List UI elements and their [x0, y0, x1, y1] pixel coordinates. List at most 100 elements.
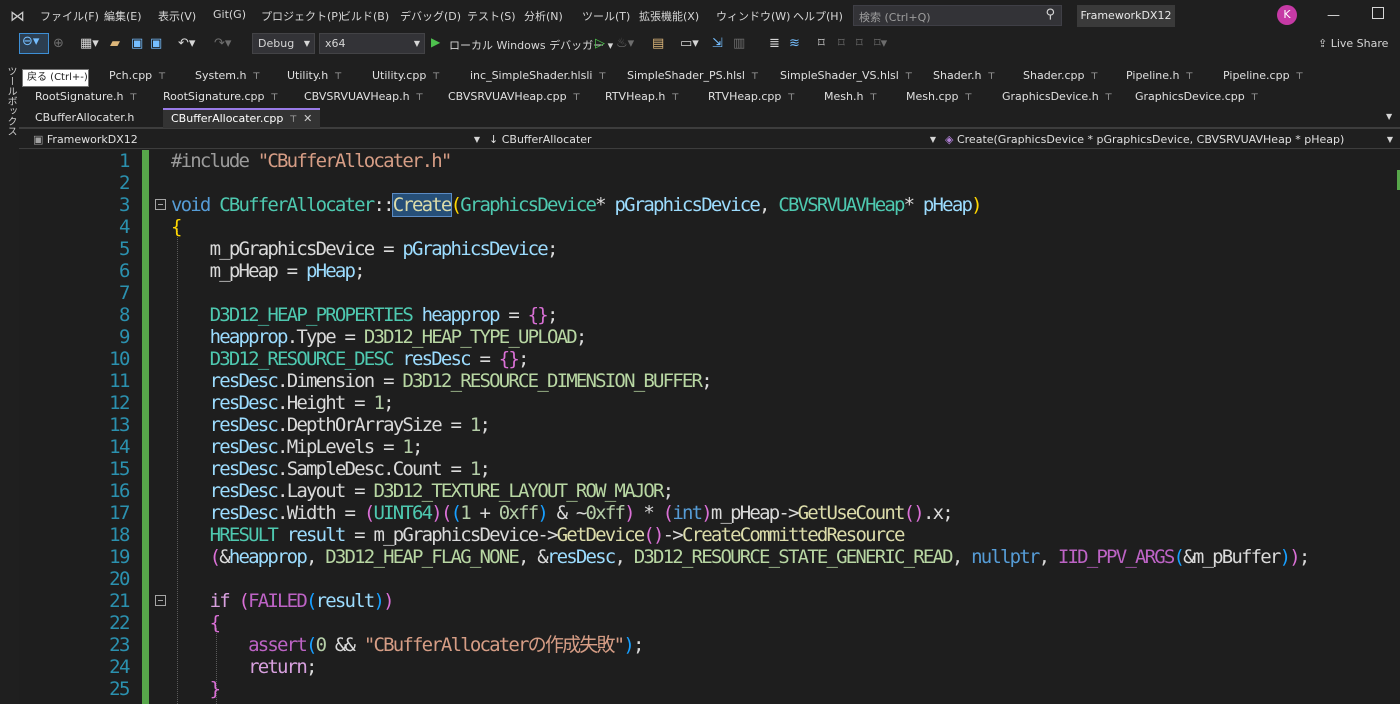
pin-icon[interactable]: ⊤ — [416, 93, 424, 103]
pin-icon[interactable]: ⊤ — [671, 93, 679, 103]
pin-icon[interactable]: ⊤ — [787, 93, 795, 103]
pin-icon[interactable]: ⊤ — [334, 72, 342, 82]
pin-icon[interactable]: ⊤ — [869, 93, 877, 103]
pin-icon[interactable]: ⊤ — [987, 72, 995, 82]
restore-icon[interactable] — [1372, 7, 1384, 19]
tab-graphicsdevice-h[interactable]: GraphicsDevice.h ⊤ — [1002, 87, 1113, 107]
menu-file[interactable]: ファイル(F) — [40, 8, 99, 24]
pin-icon[interactable]: ⊤ — [1105, 93, 1113, 103]
tab-rtvheap-cpp[interactable]: RTVHeap.cpp ⊤ — [708, 87, 795, 107]
pin-icon[interactable]: ⊤ — [289, 115, 297, 125]
pin-icon[interactable]: ⊤ — [1090, 72, 1098, 82]
pin-icon[interactable]: ⊤ — [598, 72, 606, 82]
step-icon[interactable]: ⇲ — [712, 35, 723, 53]
save-all-icon[interactable]: ▣ — [150, 35, 162, 53]
menu-analyze[interactable]: 分析(N) — [524, 8, 563, 24]
pin-icon[interactable]: ⊤ — [1251, 93, 1259, 103]
next-bookmark-icon[interactable]: ⌑ — [856, 35, 863, 53]
pin-icon[interactable]: ⊤ — [1186, 72, 1194, 82]
tab-shader-cpp[interactable]: Shader.cpp ⊤ — [1023, 66, 1098, 86]
uncomment-icon[interactable]: ≋ — [789, 35, 800, 53]
tab-simpleshader-ps-hlsl[interactable]: SimpleShader_PS.hlsl ⊤ — [627, 66, 759, 86]
tab-utility-h[interactable]: Utility.h ⊤ — [287, 66, 342, 86]
tab-mesh-h[interactable]: Mesh.h ⊤ — [824, 87, 877, 107]
tab-list-dropdown-icon[interactable]: ▼ — [1386, 112, 1392, 121]
tab-cbvsrvuavheap-h[interactable]: CBVSRVUAVHeap.h ⊤ — [304, 87, 423, 107]
tab-utility-cpp[interactable]: Utility.cpp ⊤ — [372, 66, 440, 86]
open-folder-icon[interactable]: ▰ — [110, 35, 120, 53]
start-debugging-icon[interactable]: ▶ — [431, 35, 440, 49]
menu-view[interactable]: 表示(V) — [158, 8, 196, 24]
redo-icon[interactable]: ↷▾ — [214, 35, 231, 53]
menu-debug[interactable]: デバッグ(D) — [400, 8, 461, 24]
close-icon[interactable]: ✕ — [303, 112, 312, 125]
bookmark-icon[interactable]: ⌑ — [818, 35, 825, 53]
menu-edit[interactable]: 編集(E) — [104, 8, 142, 24]
pin-icon[interactable]: ⊤ — [905, 72, 913, 82]
navigate-forward-icon[interactable]: ⊕ — [53, 35, 64, 53]
collapse-icon[interactable] — [155, 595, 166, 606]
menu-window[interactable]: ウィンドウ(W) — [716, 8, 790, 24]
start-debugging-button[interactable]: ローカル Windows デバッガー ▾ — [449, 37, 613, 53]
tab-shader-h[interactable]: Shader.h ⊤ — [933, 66, 995, 86]
pin-icon[interactable]: ⊤ — [751, 72, 759, 82]
start-without-debugging-icon[interactable]: ▷ — [595, 35, 605, 53]
line-number: 22 — [109, 612, 130, 634]
tab-rtvheap-h[interactable]: RTVHeap.h ⊤ — [605, 87, 679, 107]
breakpoint-window-icon[interactable]: ▥ — [733, 35, 745, 53]
visual-studio-logo-icon[interactable]: ⋈ — [10, 6, 32, 26]
avatar[interactable]: K — [1277, 5, 1297, 25]
hot-reload-icon[interactable]: ♨▾ — [616, 35, 634, 53]
pin-icon[interactable]: ⊤ — [253, 72, 261, 82]
code-editor[interactable]: 1 #include "CBufferAllocater.h" 2 3 void C… — [19, 150, 1400, 704]
pin-icon[interactable]: ⊤ — [271, 93, 279, 103]
menu-extensions[interactable]: 拡張機能(X) — [639, 8, 699, 24]
tab-simpleshader-vs-hlsl[interactable]: SimpleShader_VS.hlsl ⊤ — [780, 66, 913, 86]
layout-icon[interactable]: ▭▾ — [680, 35, 699, 53]
new-project-icon[interactable]: ▦▾ — [80, 35, 99, 53]
tab-cbufferallocater-cpp[interactable]: CBufferAllocater.cpp ⊤ ✕ — [163, 108, 321, 128]
tab-mesh-cpp[interactable]: Mesh.cpp ⊤ — [906, 87, 972, 107]
project-dropdown[interactable]: ▣ FrameworkDX12 ▼ — [33, 131, 483, 148]
minimize-icon[interactable]: — — [1327, 8, 1340, 23]
save-icon[interactable]: ▣ — [131, 35, 143, 53]
tab-graphicsdevice-cpp[interactable]: GraphicsDevice.cpp ⊤ — [1135, 87, 1259, 107]
tab-pipeline-h[interactable]: Pipeline.h ⊤ — [1126, 66, 1193, 86]
tab-pch-cpp[interactable]: Pch.cpp ⊤ — [109, 66, 166, 86]
scope-dropdown[interactable]: ↓ CBufferAllocater ▼ — [489, 131, 939, 148]
pin-icon[interactable]: ⊤ — [129, 93, 137, 103]
search-icon[interactable]: ⚲ — [1045, 7, 1055, 22]
vertical-scrollbar[interactable] — [1391, 150, 1400, 704]
search-input[interactable]: 検索 (Ctrl+Q) ⚲ — [853, 5, 1062, 26]
tab-pipeline-cpp[interactable]: Pipeline.cpp ⊤ — [1223, 66, 1303, 86]
toolbox-tab[interactable]: ツールボックス — [3, 66, 18, 136]
menu-tools[interactable]: ツール(T) — [582, 8, 630, 24]
navigate-back-button[interactable]: ⊖▾ — [19, 33, 49, 54]
menu-project[interactable]: プロジェクト(P) — [261, 8, 342, 24]
menu-build[interactable]: ビルド(B) — [340, 8, 389, 24]
solution-explorer-icon[interactable]: ▤ — [652, 35, 664, 53]
undo-icon[interactable]: ↶▾ — [178, 35, 195, 53]
pin-icon[interactable]: ⊤ — [1296, 72, 1304, 82]
collapse-icon[interactable] — [155, 199, 166, 210]
tab-system-h[interactable]: System.h ⊤ — [195, 66, 260, 86]
live-share-button[interactable]: ⇪ Live Share — [1318, 37, 1388, 50]
tab-rootsignature-h[interactable]: RootSignature.h ⊤ — [35, 87, 137, 107]
clear-bookmarks-icon[interactable]: ⌑▾ — [874, 35, 887, 53]
menu-help[interactable]: ヘルプ(H) — [793, 8, 843, 24]
member-dropdown[interactable]: ◈ Create(GraphicsDevice * pGraphicsDevic… — [945, 131, 1396, 148]
platform-select[interactable]: x64 ▼ — [319, 33, 425, 54]
prev-bookmark-icon[interactable]: ⌑ — [838, 35, 845, 53]
pin-icon[interactable]: ⊤ — [573, 93, 581, 103]
tab-cbvsrvuavheap-cpp[interactable]: CBVSRVUAVHeap.cpp ⊤ — [448, 87, 580, 107]
tab-cbufferallocater-h[interactable]: CBufferAllocater.h — [35, 108, 134, 128]
pin-icon[interactable]: ⊤ — [964, 93, 972, 103]
menu-git[interactable]: Git(G) — [213, 8, 246, 21]
comment-out-icon[interactable]: ≣ — [769, 35, 780, 53]
pin-icon[interactable]: ⊤ — [158, 72, 166, 82]
configuration-select[interactable]: Debug ▼ — [252, 33, 315, 54]
tab-rootsignature-cpp[interactable]: RootSignature.cpp ⊤ — [163, 87, 278, 107]
pin-icon[interactable]: ⊤ — [432, 72, 440, 82]
tab-inc-simpleshader-hlsli[interactable]: inc_SimpleShader.hlsli ⊤ — [470, 66, 606, 86]
menu-test[interactable]: テスト(S) — [467, 8, 516, 24]
